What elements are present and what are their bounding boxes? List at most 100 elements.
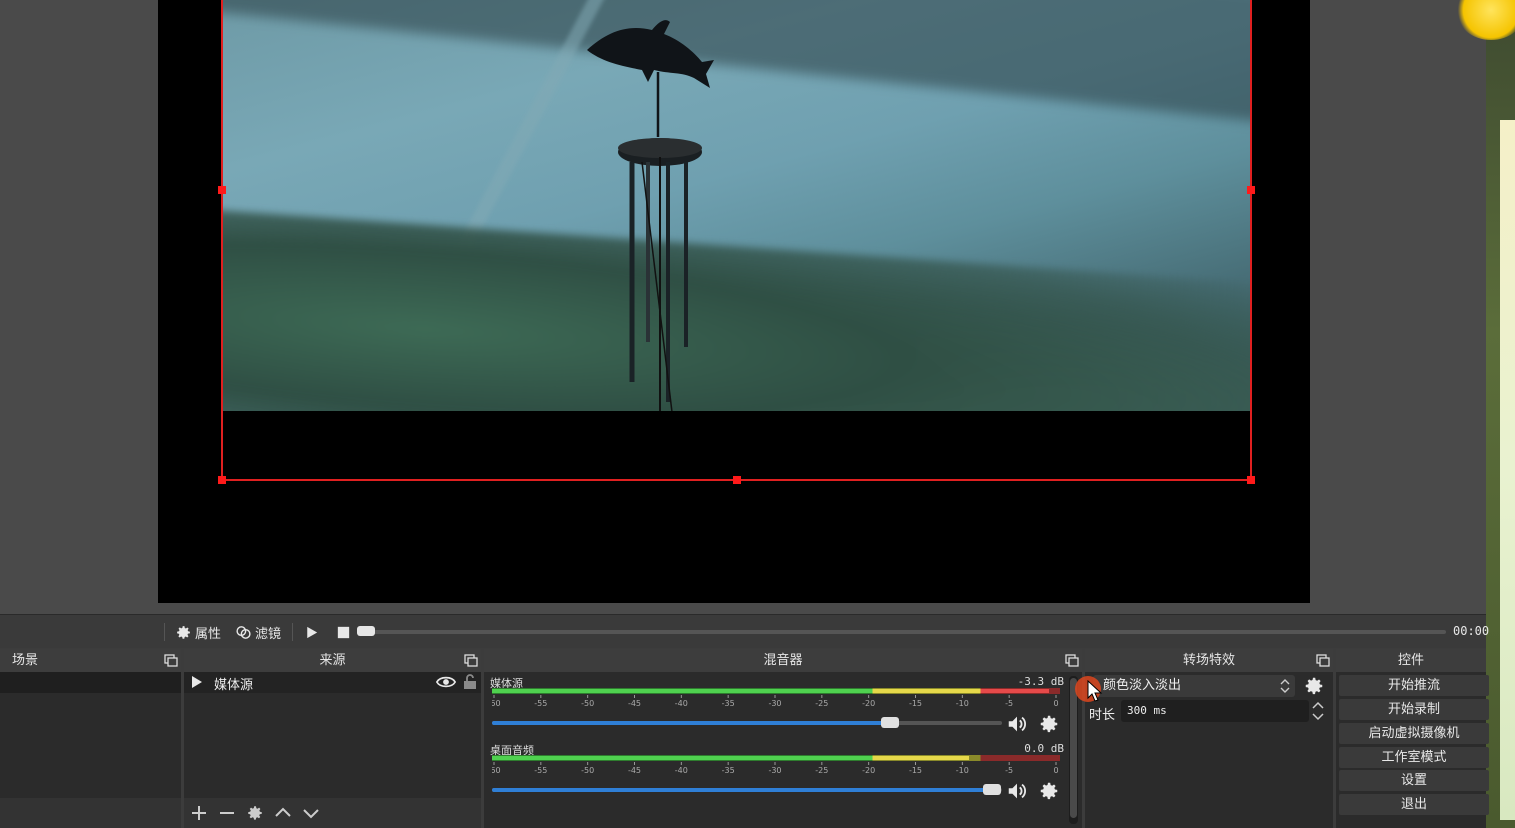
remove-icon[interactable]	[218, 804, 236, 822]
gear-icon[interactable]	[1038, 780, 1060, 802]
play-icon[interactable]	[191, 675, 203, 689]
scrollbar-thumb[interactable]	[1070, 678, 1077, 818]
filters-label: 滤镜	[255, 626, 282, 642]
scenes-list[interactable]	[0, 672, 181, 828]
transition-selected-value: 颜色淡入淡出	[1103, 678, 1182, 693]
controls-title: 控件	[1336, 649, 1486, 672]
meter-scale: -60-55-50-45-40-35-30-25-20-15-10-50	[492, 762, 1059, 775]
meter-tick-label: -55	[534, 766, 547, 775]
mixer-title: 混音器	[484, 649, 1082, 672]
volume-meter	[492, 688, 1060, 694]
video-foliage	[222, 208, 1250, 411]
meter-tick-label: -25	[815, 766, 828, 775]
transitions-title: 转场特效	[1085, 649, 1333, 672]
scenes-dock: 场景	[0, 649, 181, 828]
stop-button[interactable]	[335, 622, 352, 642]
volume-meter	[492, 755, 1060, 761]
video-background-shape	[222, 0, 1250, 133]
start-streaming-button[interactable]: 开始推流	[1339, 675, 1489, 696]
play-button[interactable]	[303, 622, 320, 642]
add-icon[interactable]	[190, 804, 208, 822]
volume-meter-fill	[492, 756, 970, 760]
volume-slider-fill	[492, 721, 890, 725]
duration-input[interactable]: 300 ms	[1121, 700, 1309, 722]
volume-meter-fill	[492, 689, 1049, 693]
audio-mixer-dock: 混音器 媒体源 -3.3 dB -60-55-50-45-40-35-30-25…	[484, 649, 1082, 828]
meter-tick-label: -10	[956, 766, 969, 775]
meter-tick-label: -35	[722, 699, 735, 708]
toolbar-separator	[164, 623, 165, 641]
preview-area[interactable]	[0, 0, 1486, 614]
chevron-down-icon[interactable]	[302, 804, 320, 822]
filters-button[interactable]: 滤镜	[235, 622, 281, 642]
mixer-channel: 桌面音频 0.0 dB -60-55-50-45-40-35-30-25-20-…	[488, 742, 1064, 808]
meter-tick-label: -25	[815, 699, 828, 708]
meter-tick-label: -5	[1005, 766, 1013, 775]
mixer-channel: 媒体源 -3.3 dB -60-55-50-45-40-35-30-25-20-…	[488, 675, 1064, 741]
wallpaper-strip	[1500, 120, 1515, 820]
studio-mode-button[interactable]: 工作室模式	[1339, 747, 1489, 768]
sources-list[interactable]: 媒体源	[184, 672, 481, 828]
scene-list-item[interactable]	[0, 672, 181, 693]
sources-title: 来源	[184, 649, 481, 672]
source-name: 媒体源	[214, 678, 254, 693]
spinner-arrows-icon[interactable]	[1311, 700, 1325, 722]
properties-label: 属性	[195, 626, 222, 642]
undock-icon[interactable]	[164, 654, 178, 667]
eye-icon[interactable]	[436, 675, 456, 689]
mixer-scrollbar[interactable]	[1069, 676, 1078, 824]
playback-time: 00:00	[1453, 624, 1490, 638]
mixer-body: 媒体源 -3.3 dB -60-55-50-45-40-35-30-25-20-…	[484, 672, 1082, 828]
undock-icon[interactable]	[1065, 654, 1079, 667]
select-arrows-icon	[1280, 679, 1290, 693]
meter-tick-label: -45	[628, 699, 641, 708]
speaker-icon[interactable]	[1006, 780, 1028, 802]
gear-icon[interactable]	[1038, 713, 1060, 735]
volume-slider[interactable]	[492, 784, 1002, 795]
undock-icon[interactable]	[464, 654, 478, 667]
meter-tick-label: -50	[581, 699, 594, 708]
speaker-icon[interactable]	[1006, 713, 1028, 735]
wind-chime-silhouette	[587, 20, 714, 411]
meter-tick-label: -15	[909, 699, 922, 708]
media-controls-toolbar: 属性 滤镜 00:00	[0, 614, 1490, 648]
sources-dock: 来源 媒体源	[184, 649, 481, 828]
volume-slider-fill	[492, 788, 992, 792]
settings-button[interactable]: 设置	[1339, 770, 1489, 791]
start-virtual-camera-button[interactable]: 启动虚拟摄像机	[1339, 723, 1489, 744]
volume-slider-handle[interactable]	[880, 717, 899, 728]
source-list-item[interactable]: 媒体源	[184, 672, 481, 693]
undock-icon[interactable]	[1316, 654, 1330, 667]
controls-body: 开始推流 开始录制 启动虚拟摄像机 工作室模式 设置 退出	[1336, 672, 1489, 828]
meter-tick-label: -20	[862, 766, 875, 775]
meter-tick-label: 0	[1053, 766, 1058, 775]
desktop-background-edge	[1456, 0, 1515, 828]
channel-db-level: -3.3 dB	[1017, 675, 1064, 688]
scenes-title: 场景	[0, 649, 181, 672]
transition-select[interactable]: 颜色淡入淡出	[1093, 675, 1295, 697]
start-recording-button[interactable]: 开始录制	[1339, 699, 1489, 720]
filters-icon	[236, 625, 251, 639]
gear-icon[interactable]	[246, 804, 264, 822]
gear-icon[interactable]	[1303, 675, 1325, 697]
volume-slider[interactable]	[492, 717, 1002, 728]
lock-icon[interactable]	[463, 674, 477, 690]
meter-tick-label: -40	[675, 699, 688, 708]
meter-tick-label: 0	[1053, 699, 1058, 708]
properties-button[interactable]: 属性	[175, 622, 221, 642]
meter-tick-label: -20	[862, 699, 875, 708]
seek-bar[interactable]	[358, 630, 1446, 634]
chevron-up-icon[interactable]	[274, 804, 292, 822]
volume-slider-handle[interactable]	[982, 784, 1001, 795]
transitions-body: 颜色淡入淡出 时长 300 ms	[1075, 672, 1333, 828]
media-source-video-frame[interactable]	[222, 0, 1250, 411]
meter-tick-label: -5	[1005, 699, 1013, 708]
seek-handle[interactable]	[357, 626, 375, 636]
toolbar-separator	[292, 623, 293, 641]
stop-icon	[337, 626, 350, 638]
meter-tick-label: -60	[492, 766, 501, 775]
scene-transitions-dock: 转场特效 颜色淡入淡出 时长 300 ms	[1075, 649, 1333, 828]
play-icon	[307, 626, 318, 638]
meter-tick-label: -10	[956, 699, 969, 708]
exit-button[interactable]: 退出	[1339, 794, 1489, 815]
